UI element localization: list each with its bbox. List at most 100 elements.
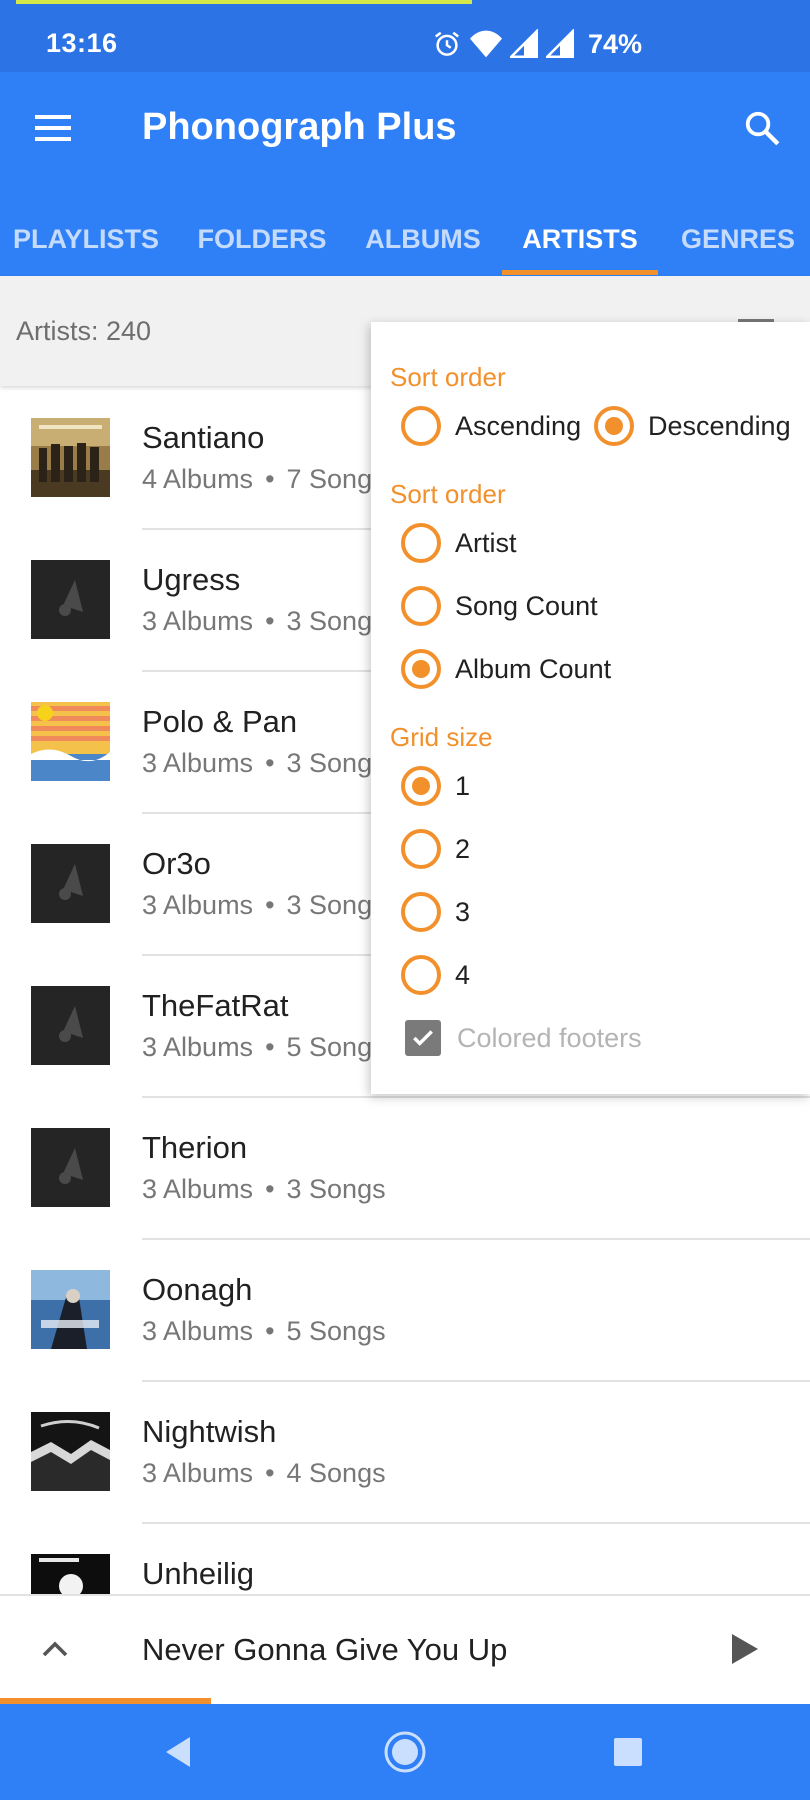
artist-name: Oonagh (142, 1272, 253, 1307)
album-count: 4 Albums (142, 464, 254, 494)
separator-dot: • (265, 748, 275, 778)
back-icon (166, 1737, 190, 1767)
radio-sort-song-count[interactable]: Song Count (401, 581, 598, 631)
artist-meta: 4 Albums • 7 Songs (142, 464, 386, 495)
status-time: 13:16 (46, 28, 118, 58)
separator-dot: • (265, 1458, 275, 1488)
separator-dot: • (265, 464, 275, 494)
artist-name: Polo & Pan (142, 704, 298, 739)
tab-playlists[interactable]: PLAYLISTS (0, 202, 172, 276)
artist-count: Artists: 240 (16, 316, 152, 346)
checkbox[interactable] (405, 1020, 441, 1056)
radio-button[interactable] (594, 406, 634, 446)
artist-image (31, 418, 110, 497)
radio-grid-2[interactable]: 2 (401, 824, 470, 874)
artist-meta: 3 Albums • 3 Songs (142, 748, 386, 779)
play-button[interactable] (720, 1624, 770, 1674)
list-item[interactable]: Oonagh 3 Albums • 5 Songs (0, 1240, 810, 1382)
artist-image (31, 1270, 110, 1349)
alarm-icon (432, 29, 462, 59)
album-count: 3 Albums (142, 890, 254, 920)
nav-back-button[interactable] (148, 1722, 208, 1782)
artist-name: Therion (142, 1130, 248, 1165)
radio-button[interactable] (401, 406, 441, 446)
radio-label: Album Count (455, 653, 612, 684)
album-count: 3 Albums (142, 1316, 254, 1346)
artist-name: Ugress (142, 562, 241, 597)
separator-dot: • (265, 890, 275, 920)
list-item[interactable]: Therion 3 Albums • 3 Songs (0, 1098, 810, 1240)
song-count: 5 Songs (286, 1316, 386, 1346)
search-icon (745, 111, 780, 146)
radio-label: 3 (455, 896, 471, 927)
artist-meta: 3 Albums • 3 Songs (142, 890, 386, 921)
artist-name: Unheilig (142, 1556, 255, 1591)
battery-level: 74% (588, 28, 643, 59)
radio-grid-3[interactable]: 3 (401, 887, 470, 937)
radio-button[interactable] (401, 829, 441, 869)
radio-label: Ascending (455, 410, 582, 441)
radio-grid-4[interactable]: 4 (401, 950, 470, 1000)
radio-button[interactable] (401, 766, 441, 806)
artist-name: TheFatRat (142, 988, 289, 1023)
radio-sort-artist[interactable]: Artist (401, 518, 517, 568)
radio-button[interactable] (401, 586, 441, 626)
album-count: 3 Albums (142, 1032, 254, 1062)
checkbox-colored-footers[interactable]: Colored footers (403, 1013, 642, 1063)
radio-button[interactable] (401, 649, 441, 689)
tab-albums[interactable]: ALBUMS (350, 202, 496, 276)
play-icon (732, 1634, 758, 1664)
artist-name: Nightwish (142, 1414, 277, 1449)
radio-ascending[interactable]: Ascending (401, 401, 581, 451)
status-bar: 13:16 74% (0, 0, 810, 72)
separator-dot: • (265, 1316, 275, 1346)
list-item[interactable]: Nightwish 3 Albums • 4 Songs (0, 1382, 810, 1524)
radio-button[interactable] (401, 955, 441, 995)
radio-button[interactable] (401, 892, 441, 932)
tab-artists[interactable]: ARTISTS (502, 202, 658, 276)
sort-field-header: Sort order (390, 479, 506, 509)
radio-grid-1[interactable]: 1 (401, 761, 470, 811)
artist-image (31, 1128, 110, 1207)
song-count: 3 Songs (286, 1174, 386, 1204)
artist-meta: 3 Albums • 5 Songs (142, 1316, 386, 1347)
checkmark-icon (413, 1030, 433, 1046)
search-button[interactable] (732, 98, 792, 158)
artist-meta: 3 Albums • 3 Songs (142, 606, 386, 637)
nav-recents-button[interactable] (598, 1722, 658, 1782)
grid-size-header: Grid size (390, 722, 493, 752)
menu-button[interactable] (24, 98, 84, 158)
tab-folders[interactable]: FOLDERS (182, 202, 342, 276)
radio-label: 1 (455, 770, 471, 801)
separator-dot: • (265, 1032, 275, 1062)
radio-button[interactable] (401, 523, 441, 563)
artist-image (31, 844, 110, 923)
tab-genres[interactable]: GENRES (666, 202, 810, 276)
radio-sort-album-count[interactable]: Album Count (401, 644, 611, 694)
hamburger-menu-icon (35, 115, 71, 141)
recents-icon (614, 1738, 642, 1766)
now-playing-title: Never Gonna Give You Up (142, 1632, 508, 1667)
album-count: 3 Albums (142, 1174, 254, 1204)
artist-meta: 3 Albums • 3 Songs (142, 1174, 386, 1205)
artist-name: Or3o (142, 846, 211, 881)
radio-label: 4 (455, 959, 471, 990)
radio-label: 2 (455, 833, 471, 864)
separator-dot: • (265, 606, 275, 636)
radio-label: Artist (455, 527, 517, 558)
app-bar: Phonograph Plus PLAYLISTS FOLDERS ALBUMS… (0, 72, 810, 276)
artist-image (31, 560, 110, 639)
expand-player-button[interactable] (30, 1624, 80, 1674)
tab-bar: PLAYLISTS FOLDERS ALBUMS ARTISTS GENRES (0, 202, 810, 276)
song-count: 4 Songs (286, 1458, 386, 1488)
radio-descending[interactable]: Descending (594, 401, 791, 451)
nav-home-button[interactable] (375, 1722, 435, 1782)
radio-label: Descending (648, 410, 791, 441)
radio-label: Song Count (455, 590, 598, 621)
app-title: Phonograph Plus (142, 106, 457, 148)
sort-direction-header: Sort order (390, 362, 506, 392)
artist-meta: 3 Albums • 4 Songs (142, 1458, 386, 1489)
artist-meta: 3 Albums • 5 Songs (142, 1032, 386, 1063)
mini-player[interactable]: Never Gonna Give You Up (0, 1594, 810, 1704)
signal-icon (510, 29, 538, 59)
